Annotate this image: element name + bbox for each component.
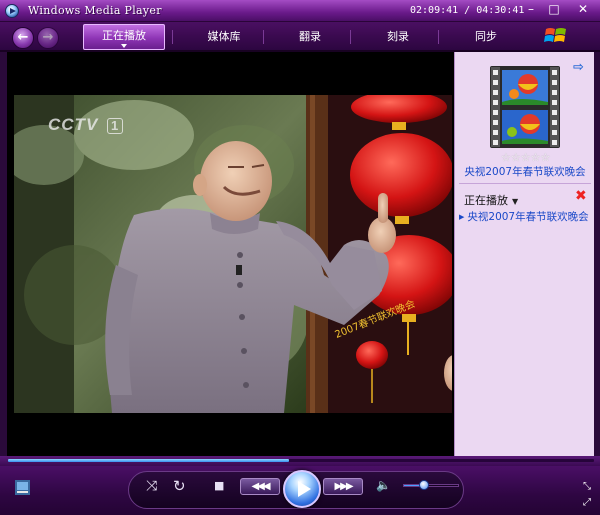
close-button[interactable]: ✕ [572, 1, 594, 19]
chevron-down-icon: ▼ [512, 197, 519, 206]
chevron-down-icon[interactable] [121, 44, 127, 48]
play-button[interactable] [283, 470, 321, 508]
tab-divider [438, 30, 439, 44]
previous-button[interactable]: ◀◀◀ [240, 478, 280, 495]
album-art-film-icon[interactable] [490, 66, 560, 148]
tab-label: 同步 [475, 30, 497, 43]
title-bar[interactable]: Windows Media Player 02:09:41 / 04:30:41… [0, 0, 600, 22]
arrow-right-icon[interactable]: ⇨ [573, 60, 584, 75]
tab-sync[interactable]: 同步 [452, 26, 520, 48]
tab-label: 正在播放 [102, 29, 146, 42]
resize-icon[interactable]: ⤡ [583, 481, 591, 492]
media-title-link[interactable]: 央视2007年春节联欢晚会 [455, 164, 595, 179]
now-playing-header: 正在播放 [464, 194, 508, 207]
playlist-item-label: 央视2007年春节联欢晚会 [467, 211, 589, 223]
seek-progress [8, 459, 290, 462]
video-scene-image [14, 95, 452, 413]
playlist-item[interactable]: ▶ 央视2007年春节联欢晚会 [459, 209, 589, 224]
tab-burn[interactable]: 刻录 [364, 26, 432, 48]
tab-label: 媒体库 [207, 30, 241, 43]
tab-rip[interactable]: 翻录 [276, 26, 344, 48]
back-button[interactable]: ← [12, 27, 34, 49]
clear-playlist-icon[interactable]: ✖ [575, 188, 587, 204]
pane-divider [459, 183, 591, 184]
window-title: Windows Media Player [28, 4, 162, 17]
tab-divider [172, 30, 173, 44]
seek-bar-area [0, 456, 600, 466]
windows-logo-icon[interactable] [544, 25, 568, 47]
tab-label: 刻录 [387, 30, 409, 43]
fullscreen-icon[interactable]: ⤢ [583, 497, 591, 508]
maximize-button[interactable]: □ [543, 1, 565, 19]
mini-mode-icon[interactable] [15, 480, 30, 495]
navigation-bar: ← → 正在播放 媒体库 翻录 刻录 同步 [0, 22, 600, 52]
tab-label: 翻录 [299, 30, 321, 43]
elapsed-time: 02:09:41 / 04:30:41 [410, 5, 525, 16]
star-rating[interactable]: ☆☆☆☆☆ [501, 151, 550, 164]
shuffle-button[interactable]: ⤨ [146, 478, 157, 494]
video-frame[interactable]: CCTV 1 2007春节联欢晚会 [14, 95, 452, 413]
next-button[interactable]: ▶▶▶ [323, 478, 363, 495]
channel-number: 1 [107, 118, 124, 134]
play-indicator-icon: ▶ [459, 213, 465, 221]
forward-button[interactable]: → [37, 27, 59, 49]
tab-divider [350, 30, 351, 44]
now-playing-pane: ⇨ ☆☆☆☆☆ 央视2007年春节联欢晚会 正在播放 ▼ ✖ ▶ 央视2007年春节… [454, 52, 594, 456]
volume-slider[interactable] [403, 484, 459, 487]
mute-button[interactable]: 🔈 [376, 478, 391, 492]
minimize-button[interactable]: – [520, 1, 542, 19]
tab-library[interactable]: 媒体库 [190, 26, 258, 48]
channel-logo: CCTV 1 [48, 115, 124, 135]
seek-slider[interactable] [8, 459, 594, 462]
now-playing-dropdown[interactable]: 正在播放 ▼ [464, 192, 518, 208]
repeat-button[interactable]: ↻ [173, 477, 186, 495]
media-player-icon [5, 4, 19, 18]
tab-now-playing[interactable]: 正在播放 [83, 24, 165, 50]
video-display[interactable]: CCTV 1 2007春节联欢晚会 [7, 52, 454, 456]
tab-divider [263, 30, 264, 44]
stop-button[interactable]: ■ [214, 479, 224, 492]
